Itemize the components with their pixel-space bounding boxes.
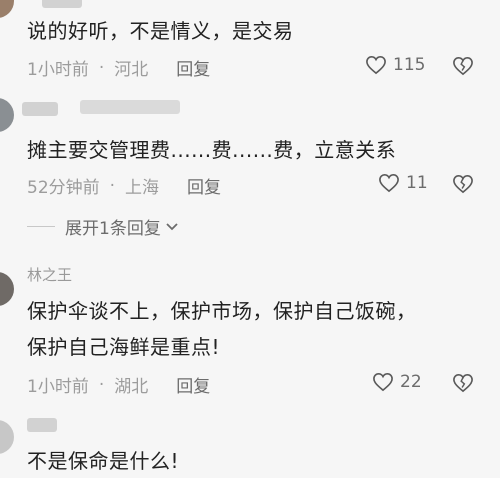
- username-blurred[interactable]: [42, 0, 82, 8]
- heart-outline-icon: [366, 55, 386, 75]
- heart-outline-icon: [379, 173, 399, 193]
- like-count: 11: [406, 173, 428, 193]
- like-button[interactable]: 115: [365, 55, 425, 75]
- dislike-button[interactable]: [452, 373, 474, 393]
- separator: ·: [98, 57, 105, 78]
- like-count: 115: [393, 55, 426, 75]
- comment-location: 上海: [125, 178, 160, 198]
- dislike-button[interactable]: [452, 56, 474, 76]
- broken-heart-icon: [453, 373, 473, 393]
- like-count: 22: [400, 372, 422, 392]
- comment-time: 52分钟前: [27, 178, 100, 198]
- comment-text: 不是保命是什么!: [27, 449, 180, 473]
- reply-button[interactable]: 回复: [176, 372, 210, 397]
- divider-line: [27, 226, 55, 227]
- avatar[interactable]: [0, 0, 14, 18]
- comment-location: 湖北: [114, 377, 149, 397]
- avatar[interactable]: [0, 98, 14, 132]
- expand-replies-label: 展开1条回复: [65, 219, 161, 239]
- dislike-button[interactable]: [452, 174, 474, 194]
- comment-text-line1: 保护伞谈不上，保护市场，保护自己饭碗，: [27, 299, 417, 323]
- comment-meta: 52分钟前 · 上海 回复: [27, 173, 221, 199]
- avatar[interactable]: [0, 272, 14, 306]
- comment-time: 1小时前: [27, 60, 89, 80]
- comment-location: 河北: [114, 60, 149, 80]
- comment-meta: 1小时前 · 河北 回复: [27, 55, 210, 81]
- expand-replies-button[interactable]: 展开1条回复: [27, 214, 179, 239]
- avatar[interactable]: [0, 420, 14, 454]
- comment-text: 摊主要交管理费......费......费，立意关系: [27, 138, 397, 162]
- like-button[interactable]: 22: [372, 372, 422, 392]
- username-blurred[interactable]: [22, 102, 58, 116]
- broken-heart-icon: [453, 56, 473, 76]
- reply-button[interactable]: 回复: [187, 173, 221, 198]
- comment-text-line2: 保护自己海鲜是重点!: [27, 335, 221, 359]
- reply-button[interactable]: 回复: [176, 55, 210, 80]
- separator: ·: [98, 374, 105, 395]
- heart-outline-icon: [373, 372, 393, 392]
- chevron-down-icon: [166, 222, 178, 230]
- username-blurred[interactable]: [80, 100, 180, 114]
- like-button[interactable]: 11: [378, 173, 428, 193]
- username-blurred[interactable]: [27, 418, 57, 432]
- separator: ·: [109, 175, 116, 196]
- comment-time: 1小时前: [27, 377, 89, 397]
- comment-text: 说的好听，不是情义，是交易: [27, 19, 294, 43]
- broken-heart-icon: [453, 174, 473, 194]
- comment-meta: 1小时前 · 湖北 回复: [27, 372, 210, 398]
- username[interactable]: 林之王: [27, 264, 72, 285]
